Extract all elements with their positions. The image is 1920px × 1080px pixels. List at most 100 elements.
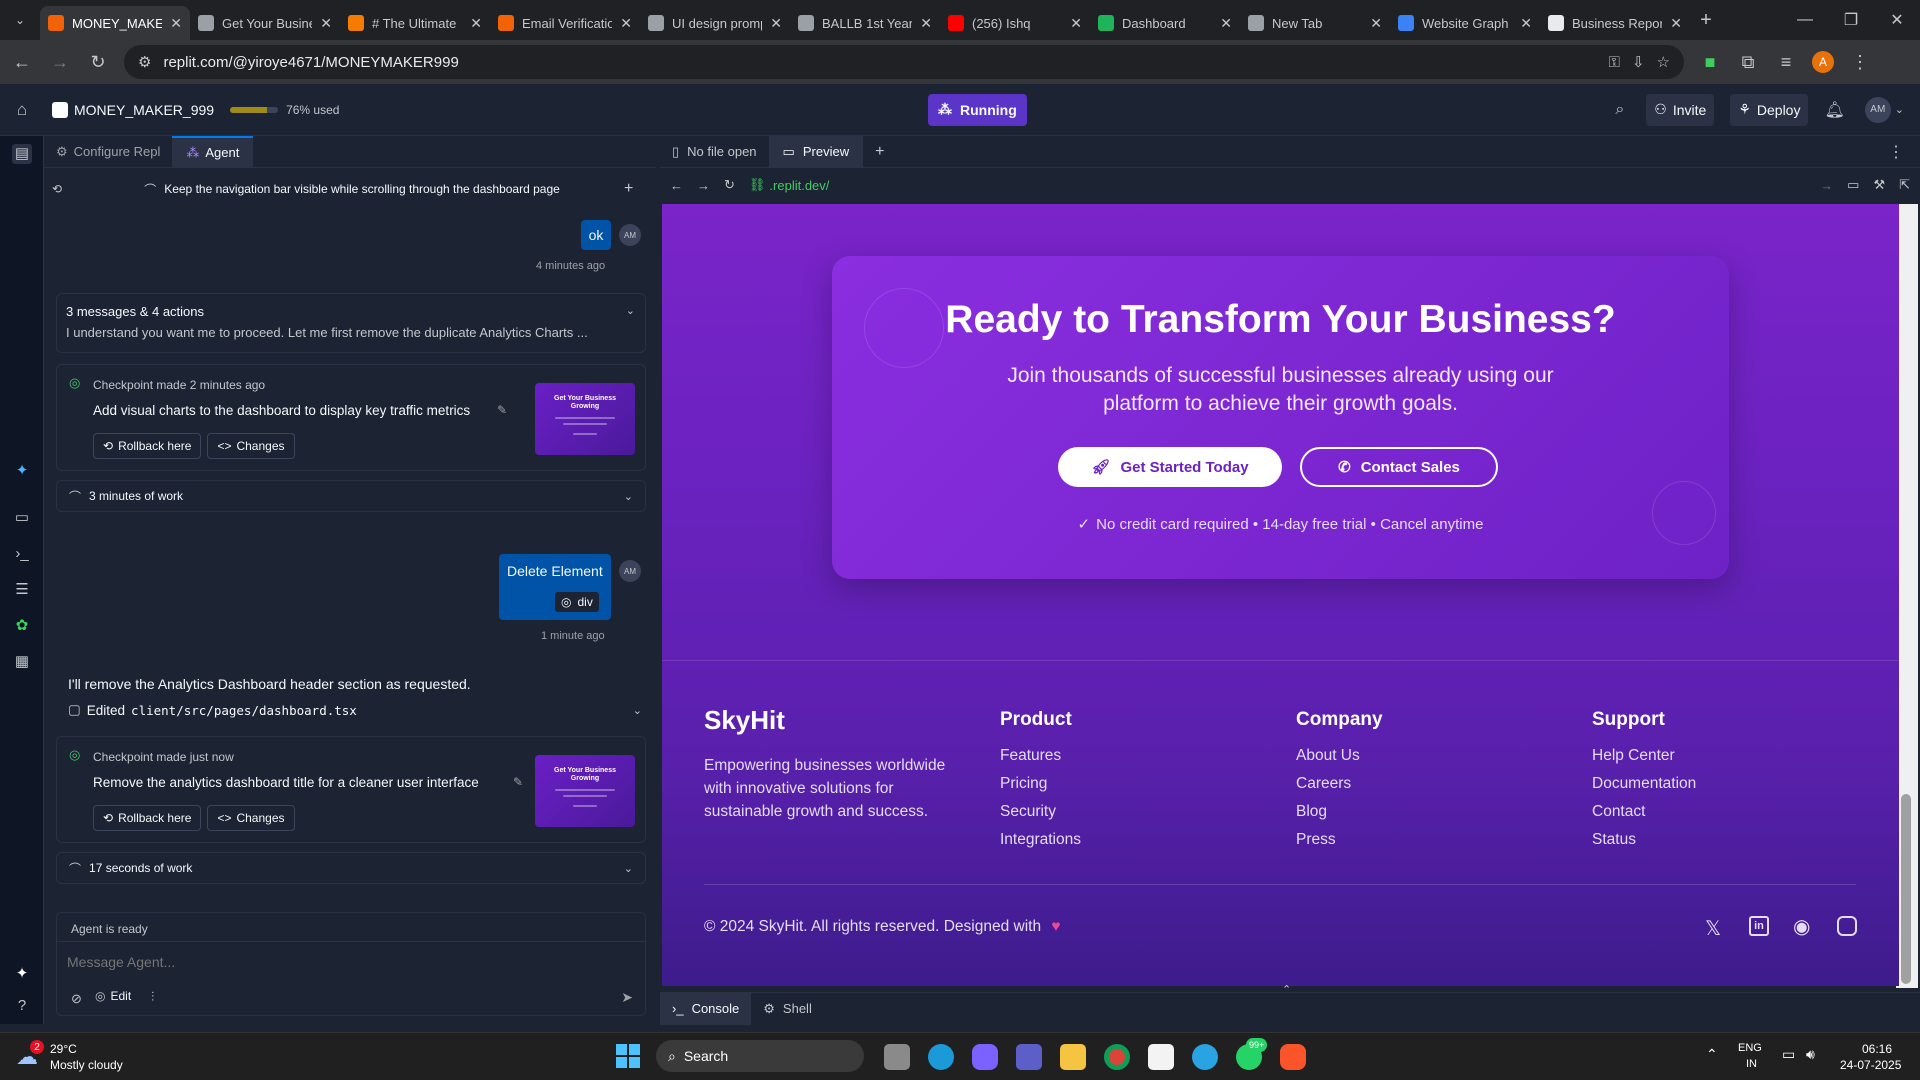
close-tab-icon[interactable]: ✕ <box>170 15 182 32</box>
install-icon[interactable]: ⇩ <box>1632 53 1645 71</box>
weather-widget[interactable]: ☁ 2 29°C Mostly cloudy <box>16 1040 136 1076</box>
help-icon[interactable]: ? <box>12 996 32 1016</box>
browser-tab[interactable]: UI design prompt ✕ <box>640 6 790 40</box>
apps-icon[interactable]: ▦ <box>12 652 32 672</box>
chevron-down-icon[interactable]: ⌄ <box>624 490 633 503</box>
close-tab-icon[interactable]: ✕ <box>1520 15 1532 32</box>
actions-summary[interactable]: 3 messages & 4 actions I understand you … <box>56 293 646 353</box>
go-icon[interactable]: → <box>1820 178 1833 193</box>
linkedin-icon[interactable]: in <box>1749 916 1769 936</box>
close-tab-icon[interactable]: ✕ <box>920 15 932 32</box>
tab-agent[interactable]: ⁂ Agent <box>172 135 254 168</box>
browser-tab[interactable]: Dashboard ✕ <box>1090 6 1240 40</box>
home-icon[interactable]: ⌂ <box>0 100 44 120</box>
chevron-down-icon[interactable]: ⌄ <box>633 704 642 717</box>
footer-link[interactable]: Careers <box>1296 775 1383 793</box>
browser-tab[interactable]: # The Ultimate ✕ <box>340 6 490 40</box>
send-icon[interactable]: ➤ <box>621 989 633 1006</box>
edge-icon[interactable] <box>928 1044 954 1070</box>
minimize-icon[interactable]: — <box>1782 11 1828 29</box>
new-tab-button[interactable]: + <box>1690 9 1722 32</box>
chevron-down-icon[interactable]: ⌄ <box>1895 103 1904 116</box>
user-avatar[interactable]: AM <box>1864 96 1891 123</box>
language-bottom[interactable]: IN <box>1746 1058 1757 1070</box>
url-bar[interactable]: ⚙ replit.com/@yiroye4671/MONEYMAKER999 ⚿… <box>124 45 1684 79</box>
tab-configure-repl[interactable]: ⚙ Configure Repl <box>44 136 172 168</box>
files-icon[interactable]: ▤ <box>12 144 32 164</box>
reload-icon[interactable]: ↻ <box>86 52 110 73</box>
github-icon[interactable]: ◉ <box>1793 914 1810 939</box>
footer-link[interactable]: Press <box>1296 831 1383 849</box>
chevron-down-icon[interactable]: ⌄ <box>626 304 635 317</box>
footer-link[interactable]: Help Center <box>1592 747 1696 765</box>
chevron-down-icon[interactable]: ⌄ <box>624 862 633 875</box>
close-tab-icon[interactable]: ✕ <box>320 15 332 32</box>
footer-link[interactable]: Security <box>1000 803 1081 821</box>
device-icon[interactable]: ▭ <box>1847 177 1859 193</box>
pencil-icon[interactable]: ✎ <box>513 775 523 789</box>
clock-date[interactable]: 24-07-2025 <box>1840 1058 1901 1072</box>
thread-title[interactable]: Keep the navigation bar visible while sc… <box>164 182 560 196</box>
preview-scrollbar[interactable] <box>1896 204 1918 988</box>
tab-shell[interactable]: ⚙ Shell <box>751 993 824 1025</box>
back-icon[interactable]: ← <box>10 52 34 73</box>
menu-icon[interactable]: ⋮ <box>1848 52 1872 73</box>
browser-tab[interactable]: New Tab ✕ <box>1240 6 1390 40</box>
agent-rail-icon[interactable]: ✦ <box>12 461 32 481</box>
work-summary[interactable]: ⌒ 3 minutes of work ⌄ <box>56 480 646 512</box>
close-window-icon[interactable]: ✕ <box>1874 10 1920 30</box>
copilot-icon[interactable] <box>972 1044 998 1070</box>
checkpoint-thumbnail[interactable]: Get Your Business Growing <box>535 383 635 455</box>
changes-button[interactable]: <> Changes <box>207 433 295 459</box>
run-status-button[interactable]: ⁂ Running <box>928 93 1027 126</box>
sliders-icon[interactable]: ⫶ <box>151 989 154 1005</box>
tab-console[interactable]: ›_ Console <box>660 992 752 1025</box>
telegram-icon[interactable] <box>1192 1044 1218 1070</box>
profile-avatar[interactable]: A <box>1812 51 1834 73</box>
close-tab-icon[interactable]: ✕ <box>770 15 782 32</box>
browser-tab[interactable]: Get Your Business ✕ <box>190 6 340 40</box>
brave-icon[interactable] <box>1280 1044 1306 1070</box>
key-icon[interactable]: ⚿ <box>1609 54 1620 71</box>
start-icon[interactable] <box>616 1044 640 1068</box>
tab-no-file[interactable]: ▯ No file open <box>660 136 769 168</box>
chrome-icon[interactable] <box>1104 1044 1130 1070</box>
monitor-icon[interactable]: ▭ <box>12 508 32 528</box>
preview-reload-icon[interactable]: ↻ <box>724 177 735 193</box>
add-tab-icon[interactable]: + <box>875 143 884 161</box>
browser-tab[interactable]: MONEY_MAKER_999 ✕ <box>40 6 190 40</box>
deployments-icon[interactable]: ✿ <box>12 616 32 636</box>
ai-sparkle-icon[interactable]: ✦ <box>12 964 32 984</box>
open-external-icon[interactable]: ⇱ <box>1899 177 1910 193</box>
bookmark-star-icon[interactable]: ☆ <box>1657 53 1670 71</box>
browser-tab[interactable]: (256) Ishq ✕ <box>940 6 1090 40</box>
terminal-icon[interactable]: ›_ <box>12 544 32 564</box>
changes-button[interactable]: <> Changes <box>207 805 295 831</box>
footer-logo[interactable]: SkyHit <box>704 705 945 736</box>
work-summary[interactable]: ⌒ 17 seconds of work ⌄ <box>56 852 646 884</box>
close-tab-icon[interactable]: ✕ <box>1220 15 1232 32</box>
close-tab-icon[interactable]: ✕ <box>1370 15 1382 32</box>
new-thread-icon[interactable]: + <box>624 180 648 198</box>
task-view-icon[interactable] <box>884 1044 910 1070</box>
pencil-icon[interactable]: ✎ <box>497 403 507 417</box>
get-started-button[interactable]: 🚀︎ Get Started Today <box>1058 447 1282 487</box>
tray-chevron-icon[interactable]: ⌃ <box>1706 1046 1718 1063</box>
footer-link[interactable]: Documentation <box>1592 775 1696 793</box>
browser-tab[interactable]: Website Graph ✕ <box>1390 6 1540 40</box>
extension-icon[interactable]: ■ <box>1698 52 1722 73</box>
edit-mode-button[interactable]: ◎ Edit <box>95 989 131 1003</box>
clock-time[interactable]: 06:16 <box>1862 1042 1892 1056</box>
invite-button[interactable]: ⚇ Invite <box>1646 93 1715 126</box>
volume-icon[interactable]: 🔊︎ <box>1806 1046 1815 1063</box>
close-tab-icon[interactable]: ✕ <box>1070 15 1082 32</box>
history-icon[interactable]: ⟲ <box>52 182 80 196</box>
browser-tab[interactable]: Business Report ✕ <box>1540 6 1690 40</box>
close-tab-icon[interactable]: ✕ <box>620 15 632 32</box>
file-explorer-icon[interactable] <box>1060 1044 1086 1070</box>
preview-forward-icon[interactable]: → <box>697 178 710 193</box>
footer-link[interactable]: About Us <box>1296 747 1383 765</box>
bell-icon[interactable]: 🔔︎ <box>1824 100 1844 120</box>
footer-link[interactable]: Integrations <box>1000 831 1081 849</box>
twitter-icon[interactable]: 𝕏 <box>1705 916 1721 941</box>
